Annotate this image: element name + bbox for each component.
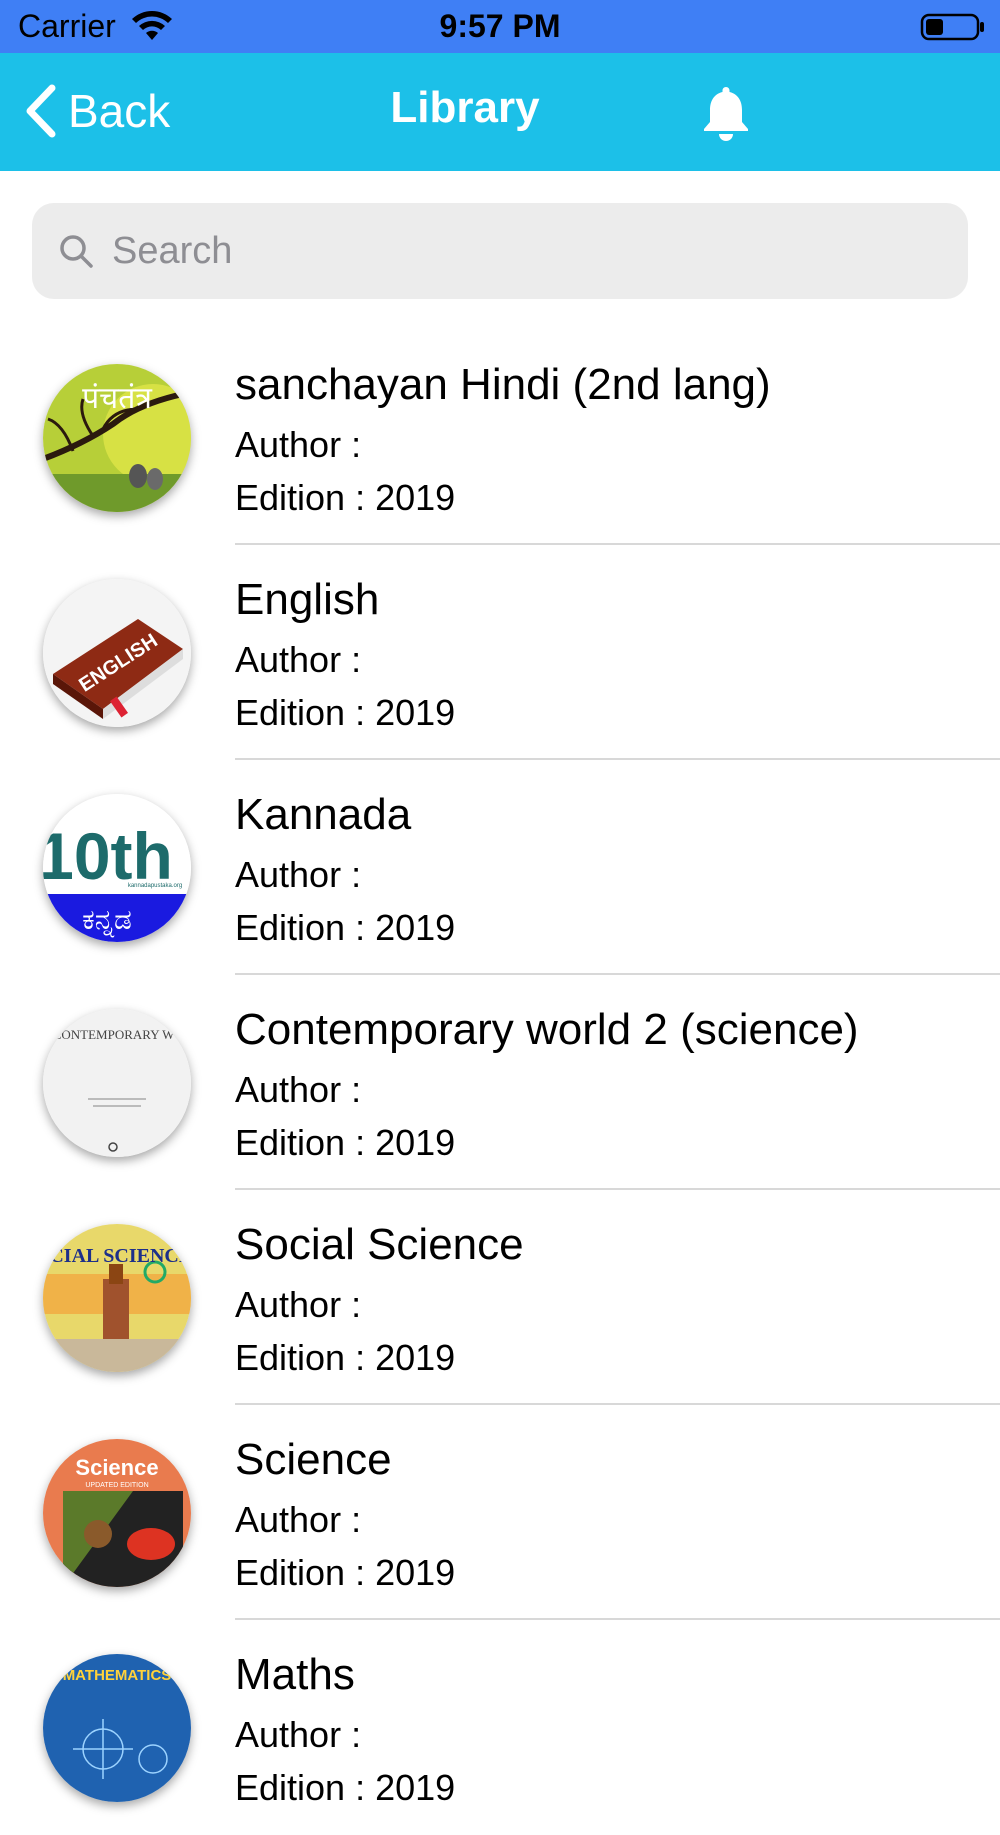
book-author: Author :: [235, 424, 362, 465]
search-icon: [60, 235, 93, 268]
book-author: Author :: [235, 1499, 362, 1540]
book-edition: Edition : 2019: [235, 1552, 456, 1593]
book-author: Author :: [235, 1069, 362, 1110]
bell-icon[interactable]: [700, 83, 752, 143]
svg-text:THE CONTEMPORARY WORLD: THE CONTEMPORARY WORLD: [43, 1027, 191, 1042]
book-title: Maths: [235, 1650, 355, 1699]
book-row[interactable]: पंचतंत्र sanchayan Hindi (2nd lang) Auth…: [0, 330, 1000, 545]
book-title: Social Science: [235, 1220, 524, 1269]
book-edition: Edition : 2019: [235, 907, 456, 948]
book-edition: Edition : 2019: [235, 692, 456, 733]
book-edition: Edition : 2019: [235, 477, 456, 518]
contemporary-world-cover-art: THE CONTEMPORARY WORLD: [43, 1009, 191, 1157]
book-title: Science: [235, 1435, 392, 1484]
book-cover-image: 10th kannadapustaka.org ಕನ್ನಡ: [43, 794, 191, 942]
book-author: Author :: [235, 1284, 362, 1325]
svg-text:ಕನ್ನಡ: ಕನ್ನಡ: [82, 903, 132, 937]
book-cover-image: MATHEMATICS: [43, 1654, 191, 1802]
svg-text:MATHEMATICS: MATHEMATICS: [63, 1667, 172, 1684]
book-cover-image: Science UPDATED EDITION: [43, 1439, 191, 1587]
book-row[interactable]: SOCIAL SCIENCES Social Science Author : …: [0, 1190, 1000, 1405]
book-cover-image: पंचतंत्र: [43, 364, 191, 512]
status-time: 9:57 PM: [439, 8, 561, 44]
book-row[interactable]: THE CONTEMPORARY WORLD Contemporary worl…: [0, 975, 1000, 1190]
search-input[interactable]: [112, 229, 932, 273]
book-title: Kannada: [235, 790, 412, 839]
book-title: English: [235, 575, 380, 624]
book-cover-image: THE CONTEMPORARY WORLD: [43, 1009, 191, 1157]
page-title: Library: [390, 83, 540, 132]
panchatantra-cover-art: पंचतंत्र: [43, 364, 191, 512]
book-title: sanchayan Hindi (2nd lang): [235, 360, 771, 409]
battery-icon: [920, 13, 984, 41]
book-author: Author :: [235, 639, 362, 680]
book-row[interactable]: Science UPDATED EDITION Science Author :…: [0, 1405, 1000, 1620]
svg-text:UPDATED EDITION: UPDATED EDITION: [85, 1482, 148, 1489]
book-edition: Edition : 2019: [235, 1337, 456, 1378]
social-science-cover-art: SOCIAL SCIENCES: [43, 1224, 191, 1372]
svg-text:पंचतंत्र: पंचतंत्र: [82, 381, 152, 416]
book-title: Contemporary world 2 (science): [235, 1005, 859, 1054]
svg-text:SOCIAL SCIENCES: SOCIAL SCIENCES: [43, 1245, 191, 1267]
status-bar: Carrier 9:57 PM: [0, 0, 1000, 53]
book-author: Author :: [235, 1714, 362, 1755]
book-cover-image: SOCIAL SCIENCES: [43, 1224, 191, 1372]
book-edition: Edition : 2019: [235, 1122, 456, 1163]
svg-text:Science: Science: [75, 1455, 158, 1480]
book-cover-image: ENGLISH: [43, 579, 191, 727]
kannada-cover-art: 10th kannadapustaka.org ಕನ್ನಡ: [43, 794, 191, 942]
book-row[interactable]: ENGLISH English Author : Edition : 2019: [0, 545, 1000, 760]
book-list: पंचतंत्र sanchayan Hindi (2nd lang) Auth…: [0, 330, 1000, 1835]
svg-text:10th: 10th: [43, 819, 173, 893]
book-edition: Edition : 2019: [235, 1767, 456, 1808]
maths-cover-art: MATHEMATICS: [43, 1654, 191, 1802]
navigation-bar: Back Library: [0, 53, 1000, 171]
book-row[interactable]: MATHEMATICS Maths Author : Edition : 201…: [0, 1620, 1000, 1835]
book-author: Author :: [235, 854, 362, 895]
book-row[interactable]: 10th kannadapustaka.org ಕನ್ನಡ Kannada Au…: [0, 760, 1000, 975]
search-bar[interactable]: [32, 203, 968, 299]
science-cover-art: Science UPDATED EDITION: [43, 1439, 191, 1587]
english-book-cover-art: ENGLISH: [43, 579, 191, 727]
svg-text:kannadapustaka.org: kannadapustaka.org: [128, 883, 182, 889]
